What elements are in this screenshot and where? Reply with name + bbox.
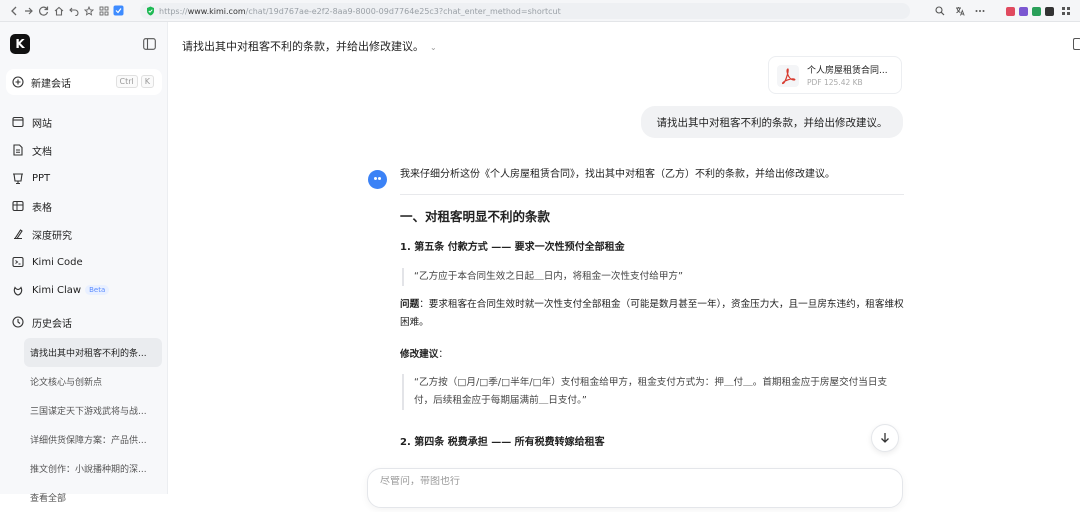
browser-nav xyxy=(0,2,126,20)
browser-toolbar: https://www.kimi.com/chat/19d767ae-e2f2-… xyxy=(0,0,1080,22)
suggestion-label-text: 修改建议 xyxy=(400,349,439,360)
file-meta: PDF 125.42 KB xyxy=(807,78,863,87)
document-icon xyxy=(12,144,24,156)
sidebar-nav: 网站 文档 PPT 表格 深度研究 Kimi Code Kimi Claw Be… xyxy=(6,108,162,304)
history-item[interactable]: 详细供货保障方案：产品供... xyxy=(24,425,162,454)
sidebar-item-label: Kimi Code xyxy=(32,256,83,268)
conversation-title-text: 请找出其中对租客不利的条款，并给出修改建议。 xyxy=(182,40,424,53)
zoom-icon[interactable] xyxy=(932,2,948,20)
assistant-avatar xyxy=(368,170,387,189)
sidebar-item-website[interactable]: 网站 xyxy=(6,108,162,136)
suggestion-quote: “乙方按（□月/□季/□半年/□年）支付租金给甲方，租金支付方式为：押＿付＿。首… xyxy=(402,374,902,410)
translate-icon[interactable] xyxy=(952,2,968,20)
claw-icon xyxy=(12,284,24,296)
problem-text: ：要求租客在合同生效时就一次性支付全部租金（可能是数月甚至一年），资金压力大，且… xyxy=(400,299,904,328)
suggestion-colon: ： xyxy=(438,349,448,360)
sidebar-toggle-icon[interactable] xyxy=(142,37,156,50)
section-heading: 一、对租客明显不利的条款 xyxy=(400,209,551,224)
extensions-grid-icon[interactable] xyxy=(1058,2,1074,20)
ppt-icon xyxy=(12,172,24,184)
sidebar: K 新建会话 Ctrl K 网站 文档 PPT 表格 深度研究 Kimi Cod… xyxy=(0,22,168,504)
sidebar-item-document[interactable]: 文档 xyxy=(6,136,162,164)
sidebar-item-label: 网站 xyxy=(32,118,52,130)
new-chat-label: 新建会话 xyxy=(31,78,71,90)
problem-paragraph: 问题：要求租客在合同生效时就一次性支付全部租金（可能是数月甚至一年），资金压力大… xyxy=(400,296,904,332)
user-message: 请找出其中对租客不利的条款，并给出修改建议。 xyxy=(641,106,903,138)
extension-purple-icon[interactable] xyxy=(1019,6,1028,16)
sidebar-item-kimi-claw[interactable]: Kimi Claw Beta xyxy=(6,276,162,304)
sidebar-item-research[interactable]: 深度研究 xyxy=(6,220,162,248)
home-icon[interactable] xyxy=(51,2,66,20)
history-list: 请找出其中对租客不利的条... 论文核心与创新点 三国谋定天下游戏武将与战...… xyxy=(24,338,162,512)
website-icon xyxy=(12,116,24,128)
answer-intro: 我来仔细分析这份《个人房屋租赁合同》，找出其中对租客（乙方）不利的条款，并给出修… xyxy=(400,169,835,180)
grid-apps-icon[interactable] xyxy=(96,2,111,20)
sidebar-item-label: 深度研究 xyxy=(32,230,72,242)
clause-quote: “乙方应于本合同生效之日起＿日内，将租金一次性支付给甲方” xyxy=(402,268,902,286)
sidebar-item-kimi-code[interactable]: Kimi Code xyxy=(6,248,162,276)
history-item[interactable]: 请找出其中对租客不利的条... xyxy=(24,338,162,367)
sidebar-item-label: Kimi Claw xyxy=(32,284,82,296)
history-item[interactable]: 三国谋定天下游戏武将与战... xyxy=(24,396,162,425)
sidebar-item-ppt[interactable]: PPT xyxy=(6,164,162,192)
extension-red-icon[interactable] xyxy=(1006,6,1015,16)
history-clock-icon xyxy=(12,316,24,328)
history-header[interactable]: 历史会话 xyxy=(6,309,162,335)
reload-icon[interactable] xyxy=(36,2,51,20)
pdf-file-icon xyxy=(777,65,799,87)
url-text: https://www.kimi.com/chat/19d767ae-e2f2-… xyxy=(159,6,561,16)
file-name: 个人房屋租赁合同... xyxy=(807,66,888,76)
conversation-title[interactable]: 请找出其中对租客不利的条款，并给出修改建议。 ⌄ xyxy=(182,38,437,54)
forward-icon[interactable] xyxy=(21,2,36,20)
view-all-link[interactable]: 查看全部 xyxy=(24,483,162,512)
shortcut-key-k: K xyxy=(140,75,154,88)
sidebar-item-label: PPT xyxy=(32,172,51,184)
history-label: 历史会话 xyxy=(32,318,72,330)
scroll-down-button[interactable] xyxy=(871,424,899,452)
sidebar-item-table[interactable]: 表格 xyxy=(6,192,162,220)
sidebar-item-label: 文档 xyxy=(32,146,52,158)
new-chat-button[interactable]: 新建会话 Ctrl K xyxy=(6,69,162,95)
divider xyxy=(400,194,904,195)
suggestion-label: 修改建议： xyxy=(400,346,448,363)
favorite-star-icon[interactable] xyxy=(81,2,96,20)
file-attachment-card[interactable]: 个人房屋租赁合同... PDF 125.42 KB xyxy=(768,56,902,94)
back-icon[interactable] xyxy=(6,2,21,20)
undo-icon[interactable] xyxy=(66,2,81,20)
panel-toggle-icon[interactable] xyxy=(1073,38,1080,50)
extension-dark-icon[interactable] xyxy=(1045,6,1054,16)
shield-extension-icon[interactable] xyxy=(111,2,126,20)
shortcut-hint: Ctrl K xyxy=(115,75,154,88)
arrow-down-icon xyxy=(880,432,890,444)
chat-input[interactable] xyxy=(380,476,880,487)
new-chat-icon xyxy=(12,76,24,88)
more-icon[interactable] xyxy=(972,2,988,20)
research-icon xyxy=(12,228,24,240)
chat-input-box[interactable] xyxy=(367,468,903,508)
history-item[interactable]: 推文创作：小說播种期的深... xyxy=(24,454,162,483)
table-icon xyxy=(12,200,24,212)
item-heading: 2. 第四条 税费承担 —— 所有税费转嫁给租客 xyxy=(400,437,605,448)
chevron-down-icon: ⌄ xyxy=(430,43,437,52)
history-item[interactable]: 论文核心与创新点 xyxy=(24,367,162,396)
problem-label: 问题 xyxy=(400,299,420,310)
address-bar[interactable]: https://www.kimi.com/chat/19d767ae-e2f2-… xyxy=(140,3,910,19)
extension-green-icon[interactable] xyxy=(1032,6,1041,16)
chat-header: 请找出其中对租客不利的条款，并给出修改建议。 ⌄ xyxy=(168,22,1080,66)
beta-badge: Beta xyxy=(85,285,110,295)
kimi-logo[interactable]: K xyxy=(10,34,30,54)
sidebar-item-label: 表格 xyxy=(32,202,52,214)
secure-lock-icon xyxy=(146,6,155,16)
code-icon xyxy=(12,256,24,268)
item-heading: 1. 第五条 付款方式 —— 要求一次性预付全部租金 xyxy=(400,242,625,253)
browser-actions xyxy=(932,2,1074,20)
shortcut-key-ctrl: Ctrl xyxy=(115,75,138,88)
